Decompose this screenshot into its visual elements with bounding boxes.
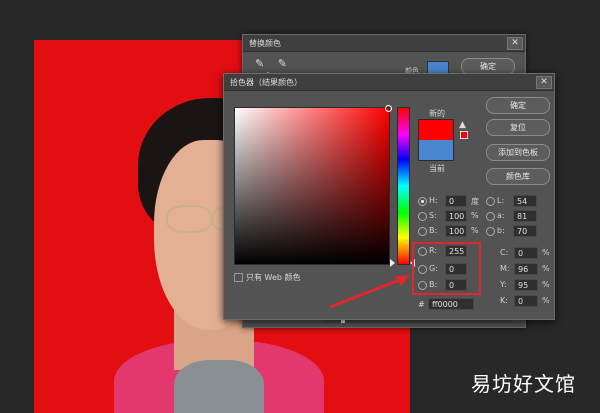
watermark-text: 易坊好文馆 [471, 372, 576, 396]
annotation-arrow [329, 275, 410, 309]
arrow-shaft [329, 277, 403, 309]
